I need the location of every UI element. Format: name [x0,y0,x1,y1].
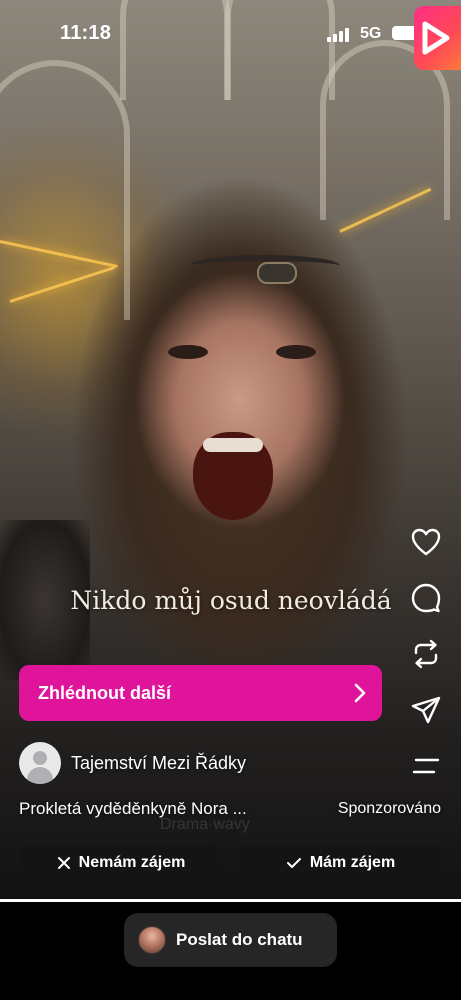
not-interested-label: Nemám zájem [78,854,186,871]
comment-icon [411,583,441,613]
comment-button[interactable] [409,581,443,615]
account-name[interactable]: Tajemství Mezi Řádky [71,753,246,774]
not-interested-button[interactable]: Nemám zájem [19,845,223,881]
share-button[interactable] [409,693,443,727]
watch-more-button[interactable]: Zhlédnout další [19,665,382,721]
send-to-chat-button[interactable]: Poslat do chatu [124,913,337,967]
more-button[interactable] [409,749,443,783]
repost-icon [414,639,438,669]
share-icon [411,696,441,724]
watch-more-label: Zhlédnout další [38,682,171,703]
app-logo-icon[interactable] [414,6,461,70]
account-row[interactable]: Tajemství Mezi Řádky [19,742,246,784]
caption-text: Nikdo můj osud neovládá [70,586,392,615]
repost-button[interactable] [409,637,443,671]
signal-icon [327,28,351,42]
status-bar: 11:18 5G [0,0,461,70]
interested-button[interactable]: Mám zájem [239,845,442,881]
video-caption: Nikdo můj osud neovládá [0,586,461,615]
play-icon [422,21,450,55]
interested-label: Mám zájem [309,854,396,871]
heart-icon [411,528,441,556]
status-time: 11:18 [60,22,112,44]
send-to-chat-label: Poslat do chatu [176,930,303,949]
side-actions [409,525,443,805]
eye [276,345,316,359]
eye [168,345,208,359]
sponsored-label: Sponzorováno [337,800,441,817]
post-description[interactable]: Prokletá vyděděnkyně Nora ... [19,799,247,819]
network-type: 5G [360,25,382,42]
close-icon [57,857,70,869]
circlet-gem [257,262,297,284]
teeth [203,438,263,452]
chat-avatar [138,926,166,954]
chevron-right-icon [354,683,366,703]
avatar[interactable] [19,742,61,784]
check-icon [286,858,301,868]
more-icon [412,758,440,774]
like-button[interactable] [409,525,443,559]
